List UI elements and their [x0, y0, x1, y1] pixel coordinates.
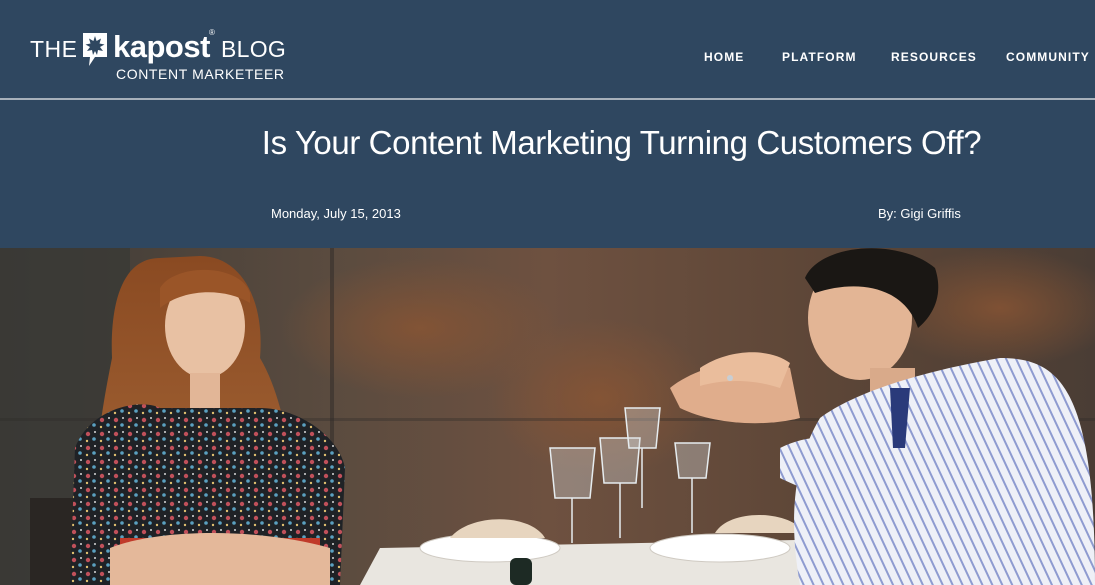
nav-community[interactable]: COMMUNITY [1006, 50, 1090, 64]
logo-registered-mark: ® [209, 28, 215, 37]
hero-illustration [0, 248, 1095, 585]
hero-image [0, 248, 1095, 585]
site-header: THE kapost ® BLOG CONTENT MARKETEER HOME… [0, 0, 1095, 98]
post-date: Monday, July 15, 2013 [271, 206, 401, 221]
nav-home[interactable]: HOME [704, 50, 744, 64]
logo-tagline: CONTENT MARKETEER [116, 66, 285, 82]
post-title: Is Your Content Marketing Turning Custom… [261, 124, 982, 161]
nav-platform[interactable]: PLATFORM [782, 50, 857, 64]
kapost-blog-logo[interactable]: THE kapost ® BLOG CONTENT MARKETEER [30, 28, 300, 88]
kapost-logo-icon [83, 33, 107, 66]
logo-brand: kapost [113, 29, 210, 64]
post-header: Is Your Content Marketing Turning Custom… [0, 100, 1095, 248]
post-author: By: Gigi Griffis [878, 206, 961, 221]
nav-resources[interactable]: RESOURCES [891, 50, 977, 64]
logo-prefix: THE [30, 36, 78, 62]
main-nav: HOME PLATFORM RESOURCES COMMUNITY [704, 50, 1095, 66]
blog-page: THE kapost ® BLOG CONTENT MARKETEER HOME… [0, 0, 1095, 585]
logo-suffix: BLOG [221, 36, 287, 62]
